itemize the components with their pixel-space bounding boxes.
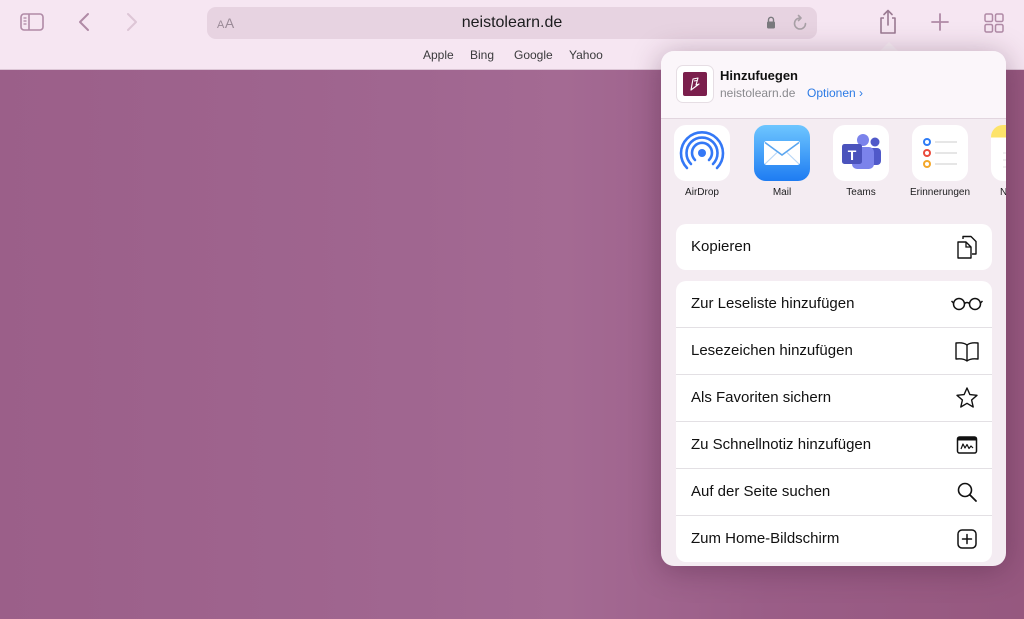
share-sheet: Hinzufuegen neistolearn.de Optionen › Ai… xyxy=(661,51,1006,566)
teams-icon: T xyxy=(833,125,889,181)
star-icon xyxy=(954,385,980,411)
share-app-reminders[interactable]: Erinnerungen xyxy=(900,125,980,198)
options-link[interactable]: Optionen › xyxy=(807,86,863,100)
find-on-page-action[interactable]: Auf der Seite suchen xyxy=(676,469,992,516)
lock-icon xyxy=(766,16,776,34)
glasses-icon xyxy=(951,291,983,317)
favorite-link-google[interactable]: Google xyxy=(514,48,553,62)
favorites-action[interactable]: Als Favoriten sichern xyxy=(676,375,992,422)
share-title: Hinzufuegen xyxy=(720,68,798,83)
share-app-label: Mail xyxy=(772,187,792,198)
reload-icon[interactable] xyxy=(792,14,808,36)
share-app-airdrop[interactable]: AirDrop xyxy=(662,125,742,198)
site-icon xyxy=(676,65,714,103)
sidebar-icon[interactable] xyxy=(20,12,44,32)
share-app-teams[interactable]: T Teams xyxy=(821,125,901,198)
tabs-overview-icon[interactable] xyxy=(983,12,1005,34)
share-domain: neistolearn.de xyxy=(720,86,796,100)
reminders-icon xyxy=(912,125,968,181)
share-app-label: AirDrop xyxy=(685,187,719,198)
copy-action[interactable]: Kopieren xyxy=(676,224,992,270)
url-domain: neistolearn.de xyxy=(461,14,563,31)
share-app-notes[interactable]: N xyxy=(979,125,1006,198)
action-label: Zu Schnellnotiz hinzufügen xyxy=(691,436,872,453)
share-apps-row: AirDrop Mail T Teams Erinnerungen N xyxy=(661,119,1006,211)
action-label: Auf der Seite suchen xyxy=(691,483,831,500)
favorite-link-bing[interactable]: Bing xyxy=(470,48,494,62)
action-label: Zum Home-Bildschirm xyxy=(691,530,840,547)
svg-text:T: T xyxy=(848,147,857,163)
copy-icon xyxy=(954,234,980,260)
action-label: Lesezeichen hinzufügen xyxy=(691,342,853,359)
mail-icon xyxy=(754,125,810,181)
forward-icon[interactable] xyxy=(124,12,140,32)
search-icon xyxy=(954,479,980,505)
quick-note-icon xyxy=(954,432,980,458)
share-icon[interactable] xyxy=(877,9,899,35)
home-screen-action[interactable]: Zum Home-Bildschirm xyxy=(676,516,992,562)
share-app-mail[interactable]: Mail xyxy=(742,125,822,198)
airdrop-icon xyxy=(674,125,730,181)
quick-note-action[interactable]: Zu Schnellnotiz hinzufügen xyxy=(676,422,992,469)
bookmark-action[interactable]: Lesezeichen hinzufügen xyxy=(676,328,992,375)
share-sheet-header: Hinzufuegen neistolearn.de Optionen › xyxy=(661,51,1006,119)
address-bar[interactable]: AA neistolearn.de xyxy=(207,7,817,39)
back-icon[interactable] xyxy=(76,12,92,32)
action-label: Kopieren xyxy=(691,238,752,255)
copy-group: Kopieren xyxy=(676,224,992,270)
share-app-label: Erinnerungen xyxy=(909,187,971,198)
actions-group: Zur Leseliste hinzufügen Lesezeichen hin… xyxy=(676,281,992,562)
reading-list-action[interactable]: Zur Leseliste hinzufügen xyxy=(676,281,992,328)
favorite-link-apple[interactable]: Apple xyxy=(423,48,454,62)
action-label: Als Favoriten sichern xyxy=(691,389,832,406)
action-label: Zur Leseliste hinzufügen xyxy=(691,295,855,312)
new-tab-icon[interactable] xyxy=(930,12,950,32)
notes-icon xyxy=(991,125,1006,181)
share-app-label: Teams xyxy=(846,187,876,198)
favorite-link-yahoo[interactable]: Yahoo xyxy=(569,48,603,62)
add-square-icon xyxy=(954,526,980,552)
book-icon xyxy=(954,338,980,364)
share-app-label: N xyxy=(1000,187,1006,198)
